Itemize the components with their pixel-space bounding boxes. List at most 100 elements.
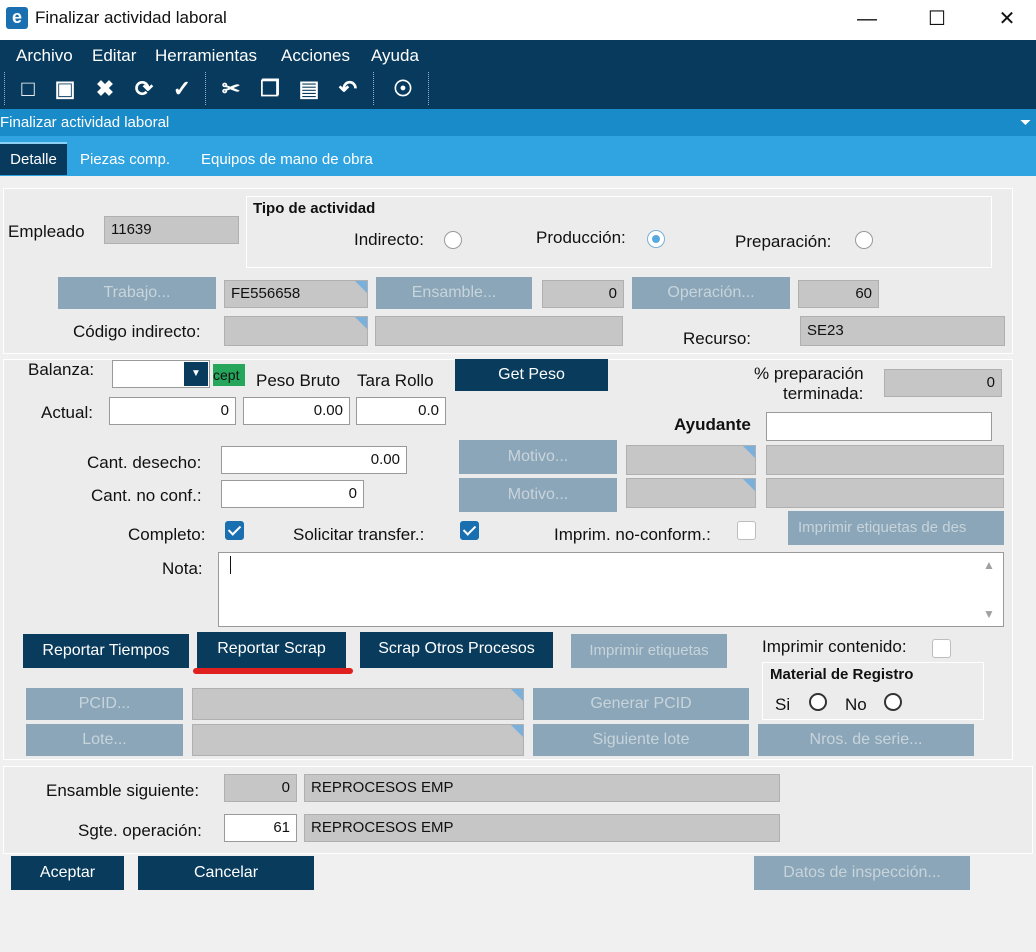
imprimir-contenido-label: Imprimir contenido: — [762, 637, 907, 656]
highlight-underline — [193, 668, 353, 674]
cut-icon[interactable]: ✂ — [217, 75, 245, 103]
tara-rollo-field[interactable]: 0.0 — [356, 397, 446, 425]
ensamble-siguiente-desc: REPROCESOS EMP — [304, 774, 780, 802]
toolbar-separator — [428, 72, 431, 105]
tab-equipos-mano-obra[interactable]: Equipos de mano de obra — [201, 151, 373, 168]
preparacion-terminada-label-1: % preparación — [754, 364, 864, 383]
produccion-radio[interactable] — [647, 230, 665, 248]
cancelar-button[interactable]: Cancelar — [138, 856, 314, 890]
scroll-down-icon[interactable]: ▼ — [983, 607, 995, 621]
datos-inspeccion-button[interactable]: Datos de inspección... — [754, 856, 970, 890]
balanza-status-badge: cept — [213, 364, 245, 386]
get-peso-button[interactable]: Get Peso — [455, 359, 608, 391]
preparacion-terminada-label-2: terminada: — [783, 384, 864, 403]
menu-bar: Archivo Editar Herramientas Acciones Ayu… — [0, 40, 1036, 70]
material-registro-title: Material de Registro — [770, 666, 914, 683]
cant-desecho-field[interactable]: 0.00 — [221, 446, 407, 474]
lote-button[interactable]: Lote... — [26, 724, 183, 756]
save-icon[interactable]: ▣ — [51, 75, 79, 103]
indirecto-label: Indirecto: — [354, 230, 424, 249]
panel-header: Finalizar actividad laboral ⏷ — [0, 109, 1036, 136]
siguiente-lote-button[interactable]: Siguiente lote — [533, 724, 749, 756]
codigo-indirecto-desc — [375, 316, 623, 346]
motivo-desecho-desc — [766, 445, 1004, 475]
operacion-field: 60 — [798, 280, 879, 308]
nota-textarea[interactable] — [218, 552, 1004, 627]
close-button[interactable]: ✕ — [972, 0, 1036, 40]
empleado-field: 11639 — [104, 216, 239, 244]
clear-icon[interactable]: ✓ — [168, 75, 196, 103]
pcid-field[interactable] — [192, 688, 524, 720]
nota-label: Nota: — [162, 559, 203, 578]
motivo-desecho-button[interactable]: Motivo... — [459, 440, 617, 474]
ayudante-field[interactable] — [766, 412, 992, 441]
toolbar: □ ▣ ✖ ⟳ ✓ ✂ ❐ ▤ ↶ ☉ — [0, 70, 1036, 109]
scroll-up-icon[interactable]: ▲ — [983, 558, 995, 572]
recurso-label: Recurso: — [683, 329, 752, 348]
chevron-down-icon[interactable]: ▼ — [184, 362, 208, 386]
preparacion-label: Preparación: — [735, 232, 832, 251]
balanza-label: Balanza: — [28, 360, 95, 379]
material-no-label: No — [845, 695, 867, 714]
imprim-no-conform-checkbox[interactable] — [737, 521, 756, 540]
codigo-indirecto-label: Código indirecto: — [73, 322, 201, 341]
menu-acciones[interactable]: Acciones — [281, 46, 350, 66]
toolbar-separator — [205, 72, 208, 105]
refresh-icon[interactable]: ⟳ — [130, 75, 158, 103]
cant-no-conf-field[interactable]: 0 — [221, 480, 364, 508]
menu-editar[interactable]: Editar — [92, 46, 136, 66]
lote-field[interactable] — [192, 724, 524, 756]
sgte-operacion-label: Sgte. operación: — [78, 821, 202, 840]
trabajo-button[interactable]: Trabajo... — [58, 277, 216, 309]
pin-icon[interactable]: ⏷ — [1020, 114, 1031, 131]
menu-archivo[interactable]: Archivo — [16, 46, 73, 66]
copy-icon[interactable]: ❐ — [256, 75, 284, 103]
tab-piezas-comp[interactable]: Piezas comp. — [80, 151, 170, 168]
recurso-field: SE23 — [800, 316, 1005, 346]
maximize-button[interactable]: ☐ — [902, 0, 972, 40]
ensamble-button[interactable]: Ensamble... — [376, 277, 532, 309]
aceptar-button[interactable]: Aceptar — [11, 856, 124, 890]
new-icon[interactable]: □ — [14, 75, 42, 103]
cant-desecho-label: Cant. desecho: — [87, 453, 202, 472]
operacion-button[interactable]: Operación... — [632, 277, 790, 309]
reportar-scrap-button[interactable]: Reportar Scrap — [197, 632, 346, 668]
app-logo-icon: e — [6, 7, 28, 29]
peso-bruto-field[interactable]: 0.00 — [243, 397, 350, 425]
solicitar-transfer-checkbox[interactable] — [460, 521, 479, 540]
motivo-desecho-field[interactable] — [626, 445, 756, 475]
minimize-button[interactable]: — — [832, 0, 902, 40]
paste-icon[interactable]: ▤ — [295, 75, 323, 103]
motivo-no-conf-button[interactable]: Motivo... — [459, 478, 617, 512]
material-si-radio[interactable] — [809, 693, 827, 711]
reportar-tiempos-button[interactable]: Reportar Tiempos — [23, 634, 189, 668]
tab-detalle[interactable]: Detalle — [0, 142, 67, 175]
solicitar-transfer-label: Solicitar transfer.: — [293, 525, 425, 544]
pcid-button[interactable]: PCID... — [26, 688, 183, 720]
imprimir-contenido-checkbox[interactable] — [932, 639, 951, 658]
completo-checkbox[interactable] — [225, 521, 244, 540]
motivo-no-conf-field[interactable] — [626, 478, 756, 508]
imprimir-etiquetas-des-button[interactable]: Imprimir etiquetas de des — [788, 511, 1004, 545]
material-no-radio[interactable] — [884, 693, 902, 711]
search-icon[interactable]: ☉ — [389, 75, 417, 103]
delete-icon[interactable]: ✖ — [91, 75, 119, 103]
sgte-operacion-field[interactable]: 61 — [224, 814, 297, 842]
toolbar-separator — [4, 72, 7, 105]
actual-field[interactable]: 0 — [109, 397, 236, 425]
imprimir-etiquetas-button[interactable]: Imprimir etiquetas — [571, 634, 727, 668]
cant-no-conf-label: Cant. no conf.: — [91, 486, 202, 505]
nros-serie-button[interactable]: Nros. de serie... — [758, 724, 974, 756]
generar-pcid-button[interactable]: Generar PCID — [533, 688, 749, 720]
scrap-otros-procesos-button[interactable]: Scrap Otros Procesos — [360, 632, 553, 668]
preparacion-radio[interactable] — [855, 231, 873, 249]
window-title: Finalizar actividad laboral — [35, 8, 227, 27]
menu-ayuda[interactable]: Ayuda — [371, 46, 419, 66]
indirecto-radio[interactable] — [444, 231, 462, 249]
undo-icon[interactable]: ↶ — [334, 75, 362, 103]
codigo-indirecto-field[interactable] — [224, 316, 368, 346]
menu-herramientas[interactable]: Herramientas — [155, 46, 257, 66]
peso-bruto-label: Peso Bruto — [256, 371, 341, 390]
trabajo-field[interactable]: FE556658 — [224, 280, 368, 308]
sgte-operacion-desc: REPROCESOS EMP — [304, 814, 780, 842]
